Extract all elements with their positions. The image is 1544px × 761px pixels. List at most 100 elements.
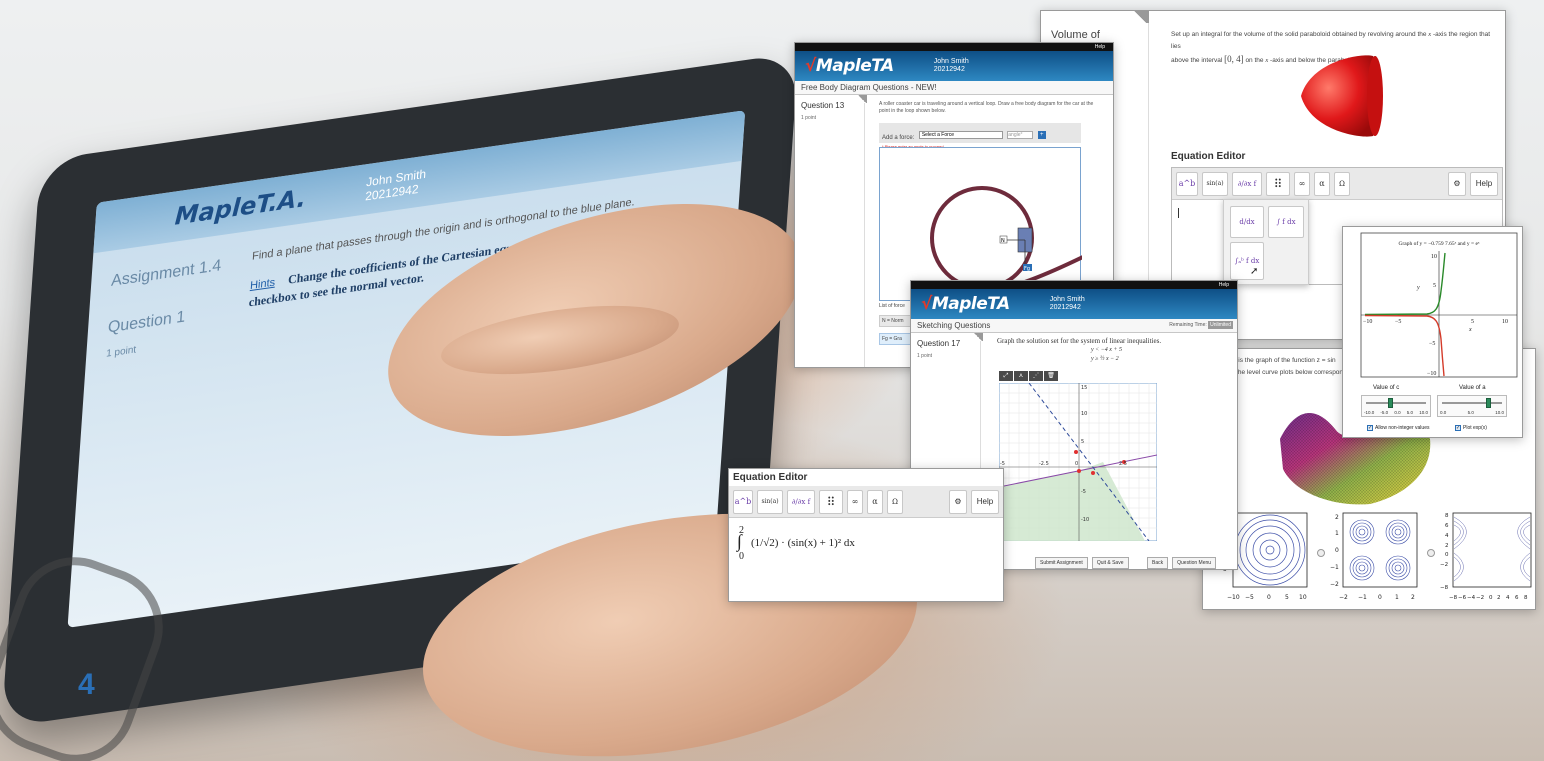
exp-ylabel: y — [1416, 285, 1420, 291]
fbd-points: 1 point — [801, 115, 817, 121]
fbd-angle-input[interactable]: angle° — [1007, 130, 1034, 139]
fbd-help-link[interactable]: Help — [1095, 44, 1105, 50]
question-menu-button[interactable]: Question Menu — [1172, 557, 1217, 569]
back-button[interactable]: Back — [1147, 557, 1169, 569]
vor-ee-toolbar: a^b sin(a) ∂/∂x f ⠿ ∞ α Ω ⚙ Help — [1172, 168, 1502, 200]
vor-prompt-x: x — [1428, 31, 1432, 38]
sketch-question[interactable]: Question 17 — [917, 339, 974, 348]
fbd-text: A roller coaster car is traveling around… — [879, 101, 1094, 114]
ee2-power-button[interactable]: a^b — [733, 489, 753, 514]
line-tool-icon[interactable]: ⋏ — [1014, 371, 1028, 381]
p3-xtick-8: 8 — [1524, 595, 1528, 601]
p3-ytick-2: 4 — [1445, 533, 1449, 539]
plot-exp-checkbox[interactable]: ✓ Plot exp(x) — [1455, 425, 1487, 431]
slider-a-thumb[interactable] — [1486, 398, 1491, 408]
sketch-user: John Smith 20212942 — [1050, 296, 1085, 312]
ee2-matrix-button[interactable]: ⠿ — [819, 489, 843, 514]
ee2-derivative-button[interactable]: ∂/∂x f — [787, 489, 815, 514]
p3-ytick-5: −2 — [1440, 562, 1448, 568]
ee2-title: Equation Editor — [733, 472, 808, 483]
fbd-question[interactable]: Question 13 — [801, 101, 858, 110]
slider-a[interactable]: 0.0 5.0 10.0 — [1437, 395, 1507, 417]
slider-a-tick-0: 0.0 — [1440, 410, 1447, 415]
level-option-2-radio[interactable] — [1317, 549, 1325, 557]
fbd-user-id: 20212942 — [933, 66, 965, 73]
trash-icon[interactable]: 🗑 — [1044, 371, 1058, 381]
sketch-user-name: John Smith — [1049, 296, 1085, 303]
alpha-button[interactable]: α — [1314, 171, 1330, 196]
p3-xtick-2: −4 — [1467, 595, 1476, 601]
page-number: 4 — [78, 668, 95, 701]
sketch-ytick-2: 5 — [1081, 439, 1084, 445]
ee2-toolbar: a^b sin(a) ∂/∂x f ⠿ ∞ α Ω ⚙ Help — [729, 486, 1003, 518]
derivative-button[interactable]: ∂/∂x f — [1232, 171, 1262, 196]
palette-definite-integral[interactable]: ∫ₐᵇ f dx — [1230, 242, 1264, 280]
nonint-checkbox[interactable]: ✓ Allow non-integer values — [1367, 425, 1429, 431]
ee2-help-button[interactable]: Help — [971, 489, 999, 514]
slider-c[interactable]: -10.0 -5.0 0.0 5.0 10.0 — [1361, 395, 1431, 417]
sketch-user-id: 20212942 — [1049, 304, 1081, 311]
ee2-infinity-button[interactable]: ∞ — [847, 489, 863, 514]
sketch-help-link[interactable]: Help — [1219, 282, 1229, 288]
sketch-ytick-1: 10 — [1081, 411, 1087, 417]
fbd-sidebar: Question 13 1 point — [795, 95, 865, 367]
point-tool-icon[interactable]: ⤢ — [999, 371, 1013, 381]
ee2-settings-icon[interactable]: ⚙ — [949, 489, 967, 514]
slider-c-tick-2: 0.0 — [1394, 410, 1401, 415]
slider-a-tick-1: 5.0 — [1467, 410, 1474, 415]
integral-sign: ∫ — [737, 531, 742, 551]
exp-graph: Graph of y = −0.759 7.65ˣ and y = eˣ 10 … — [1360, 232, 1518, 378]
sketch-xtick-0: -5 — [1000, 461, 1005, 467]
vor-text-cursor[interactable] — [1178, 208, 1179, 218]
fbd-canvas[interactable]: N Fg — [879, 147, 1086, 302]
tablet-hints-link[interactable]: Hints — [250, 276, 276, 292]
p2-xtick-1: −1 — [1358, 594, 1367, 601]
dashed-line-tool-icon[interactable]: ⋰ — [1029, 371, 1043, 381]
inequality-graph[interactable]: 15 10 5 -5 -10 -5 -2.5 0 2.5 — [999, 383, 1157, 541]
fbd-logo: √MapleTA — [805, 56, 894, 76]
p2-xtick-2: 0 — [1378, 594, 1382, 601]
calculus-palette-popup: d/dx ∫ f dx ∫ₐᵇ f dx ➚ — [1223, 199, 1309, 285]
p1-xtick-4: 10 — [1299, 594, 1307, 601]
p2-ytick-0: 2 — [1335, 514, 1339, 521]
ee2-alpha-button[interactable]: α — [867, 489, 883, 514]
fbd-add-button[interactable]: + — [1037, 130, 1046, 139]
sin-button[interactable]: sin(a) — [1202, 171, 1228, 196]
mouse-pointer-icon: ➚ — [1250, 266, 1259, 277]
palette-derivative[interactable]: d/dx — [1230, 206, 1264, 238]
vor-help-button[interactable]: Help — [1470, 171, 1498, 196]
infinity-button[interactable]: ∞ — [1294, 171, 1310, 196]
slider-c-thumb[interactable] — [1388, 398, 1393, 408]
p1-xtick-3: 5 — [1285, 594, 1289, 601]
p2-ytick-2: 0 — [1335, 547, 1339, 554]
fbd-header: √MapleTA John Smith 20212942 — [795, 51, 1113, 81]
slider-c-tick-0: -10.0 — [1364, 410, 1375, 415]
value-c-label: Value of c — [1373, 385, 1400, 391]
ee2-sin-button[interactable]: sin(a) — [757, 489, 783, 514]
nonint-check-icon: ✓ — [1367, 425, 1373, 431]
power-button[interactable]: a^b — [1176, 171, 1198, 196]
ee2-omega-button[interactable]: Ω — [887, 489, 903, 514]
level-option-3-radio[interactable] — [1427, 549, 1435, 557]
ee2-input-area[interactable]: 2 ∫ 0 (1/√2) · (sin(x) + 1)² dx — [729, 519, 1003, 601]
nonint-label: Allow non-integer values — [1375, 425, 1430, 431]
p3-xtick-0: −8 — [1449, 595, 1458, 601]
exp-ytick-1: 5 — [1433, 283, 1436, 289]
exp-ytick-2: −5 — [1429, 341, 1435, 347]
plot-exp-label: Plot exp(x) — [1463, 425, 1487, 431]
exp-ytick-3: −10 — [1427, 371, 1436, 377]
submit-assignment-button[interactable]: Submit Assignment — [1035, 557, 1088, 569]
remaining-time-value: Unlimited — [1208, 321, 1233, 329]
tablet-sidebar: Assignment 1.4 Question 1 1 point — [105, 253, 223, 368]
p3-ytick-1: 6 — [1445, 523, 1449, 529]
sketch-xtick-2: 0 — [1075, 461, 1078, 467]
corner-fold — [1131, 11, 1149, 23]
settings-icon[interactable]: ⚙ — [1448, 171, 1466, 196]
omega-button[interactable]: Ω — [1334, 171, 1350, 196]
quit-save-button[interactable]: Quit & Save — [1091, 557, 1129, 569]
fbd-corner-fold — [857, 95, 867, 103]
matrix-button[interactable]: ⠿ — [1266, 171, 1290, 196]
palette-integral[interactable]: ∫ f dx — [1268, 206, 1304, 238]
fbd-force-select[interactable]: Select a Force — [918, 130, 1003, 139]
sketch-points: 1 point — [917, 353, 933, 359]
